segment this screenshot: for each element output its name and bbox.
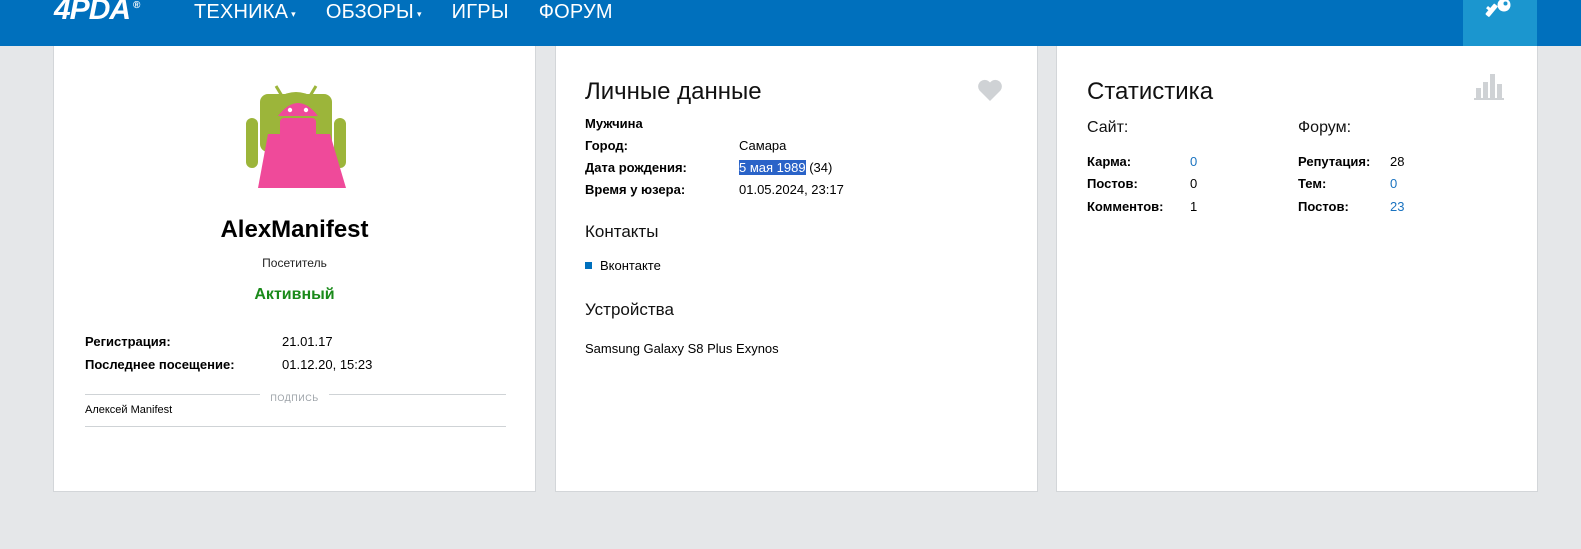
- contact-vk[interactable]: Вконтакте: [585, 258, 661, 273]
- logo-text: 4PDA: [54, 0, 131, 26]
- city-row: Город: Самара: [585, 138, 786, 153]
- statistics-card: Статистика Сайт: Форум: Карма: 0 Постов:…: [1056, 46, 1538, 492]
- site-logo[interactable]: 4PDA ®: [54, 0, 140, 26]
- site-posts-row: Постов: 0: [1087, 176, 1197, 191]
- forum-topics-row: Тем: 0: [1298, 176, 1397, 191]
- key-icon: [1485, 0, 1511, 17]
- nav-item-forum[interactable]: ФОРУМ: [539, 1, 613, 24]
- nav-item-games[interactable]: ИГРЫ: [452, 1, 509, 24]
- site-comments-row: Комментов: 1: [1087, 199, 1197, 214]
- age-value: (34): [805, 160, 833, 175]
- nav-item-label: ИГРЫ: [451, 0, 509, 23]
- personal-data-title: Личные данные: [585, 78, 762, 105]
- registration-row: Регистрация: 21.01.17: [85, 334, 333, 349]
- birth-date-row: Дата рождения: 5 мая 1989 (34): [585, 160, 832, 175]
- profile-card: AlexManifest Посетитель Активный Регистр…: [53, 46, 536, 492]
- nav-item-reviews[interactable]: ОБЗОРЫ ▾: [326, 1, 422, 24]
- gender: Мужчина: [585, 116, 643, 131]
- last-visit-value: 01.12.20, 15:23: [282, 357, 373, 372]
- contact-label: Вконтакте: [600, 258, 661, 273]
- signature-heading-text: подпись: [260, 393, 329, 403]
- user-time-value: 01.05.2024, 23:17: [739, 182, 844, 197]
- last-visit-row: Последнее посещение: 01.12.20, 15:23: [85, 357, 372, 372]
- registration-value: 21.01.17: [282, 334, 333, 349]
- nav-item-label: ТЕХНИКА: [194, 0, 289, 23]
- login-key-button[interactable]: [1463, 0, 1537, 46]
- bar-chart-icon[interactable]: [1474, 72, 1504, 100]
- nav-item-label: ФОРУМ: [538, 0, 613, 23]
- username: AlexManifest: [220, 216, 369, 243]
- stat-label: Постов:: [1087, 176, 1138, 191]
- signature-bottom-divider: [85, 426, 506, 427]
- nav-item-tech[interactable]: ТЕХНИКА ▾: [194, 1, 296, 24]
- device-item[interactable]: Samsung Galaxy S8 Plus Exynos: [585, 341, 779, 356]
- user-role: Посетитель: [262, 256, 327, 270]
- stat-label: Репутация:: [1298, 154, 1371, 169]
- site-stats-heading: Сайт:: [1087, 119, 1129, 136]
- status-badge: Активный: [254, 286, 335, 303]
- contacts-heading: Контакты: [585, 222, 659, 241]
- nav-item-label: ОБЗОРЫ: [325, 0, 414, 23]
- personal-data-card: Личные данные Мужчина Город: Самара Дата…: [555, 46, 1038, 492]
- birth-date-value: 5 мая 1989: [739, 160, 806, 175]
- stat-label: Тем:: [1298, 176, 1327, 191]
- avatar: [246, 85, 346, 188]
- user-time-label: Время у юзера:: [585, 182, 686, 197]
- caret-down-icon: ▾: [291, 8, 296, 19]
- devices-heading: Устройства: [585, 300, 674, 319]
- stat-value[interactable]: 0: [1190, 154, 1197, 169]
- city-value: Самара: [739, 138, 787, 153]
- signature-text: Алексей Manifest: [85, 404, 173, 416]
- top-navigation-bar: 4PDA ® ТЕХНИКА ▾ ОБЗОРЫ ▾ ИГРЫ ФОРУМ: [0, 0, 1581, 46]
- stat-value: 0: [1190, 176, 1198, 191]
- forum-stats-heading: Форум:: [1298, 119, 1352, 136]
- stat-value[interactable]: 0: [1390, 176, 1397, 191]
- stat-label: Карма:: [1087, 154, 1132, 169]
- stat-value[interactable]: 23: [1390, 199, 1404, 214]
- registration-label: Регистрация:: [85, 334, 171, 349]
- logo-registered-mark: ®: [133, 0, 140, 11]
- stat-value: 28: [1390, 154, 1405, 169]
- site-karma-row: Карма: 0: [1087, 154, 1197, 169]
- statistics-title: Статистика: [1087, 78, 1214, 105]
- main-nav: ТЕХНИКА ▾ ОБЗОРЫ ▾ ИГРЫ ФОРУМ: [194, 0, 613, 24]
- stat-label: Постов:: [1298, 199, 1349, 214]
- forum-posts-row: Постов: 23: [1298, 199, 1404, 214]
- last-visit-label: Последнее посещение:: [85, 357, 235, 372]
- bullet-icon: [585, 262, 592, 269]
- stat-value: 1: [1190, 199, 1198, 214]
- caret-down-icon: ▾: [416, 8, 422, 19]
- birth-date-label: Дата рождения:: [585, 160, 687, 175]
- city-label: Город:: [585, 138, 628, 153]
- stat-label: Комментов:: [1087, 199, 1164, 214]
- user-time-row: Время у юзера: 01.05.2024, 23:17: [585, 182, 844, 197]
- heart-icon[interactable]: [977, 78, 1003, 102]
- forum-reputation-row: Репутация: 28: [1298, 154, 1404, 169]
